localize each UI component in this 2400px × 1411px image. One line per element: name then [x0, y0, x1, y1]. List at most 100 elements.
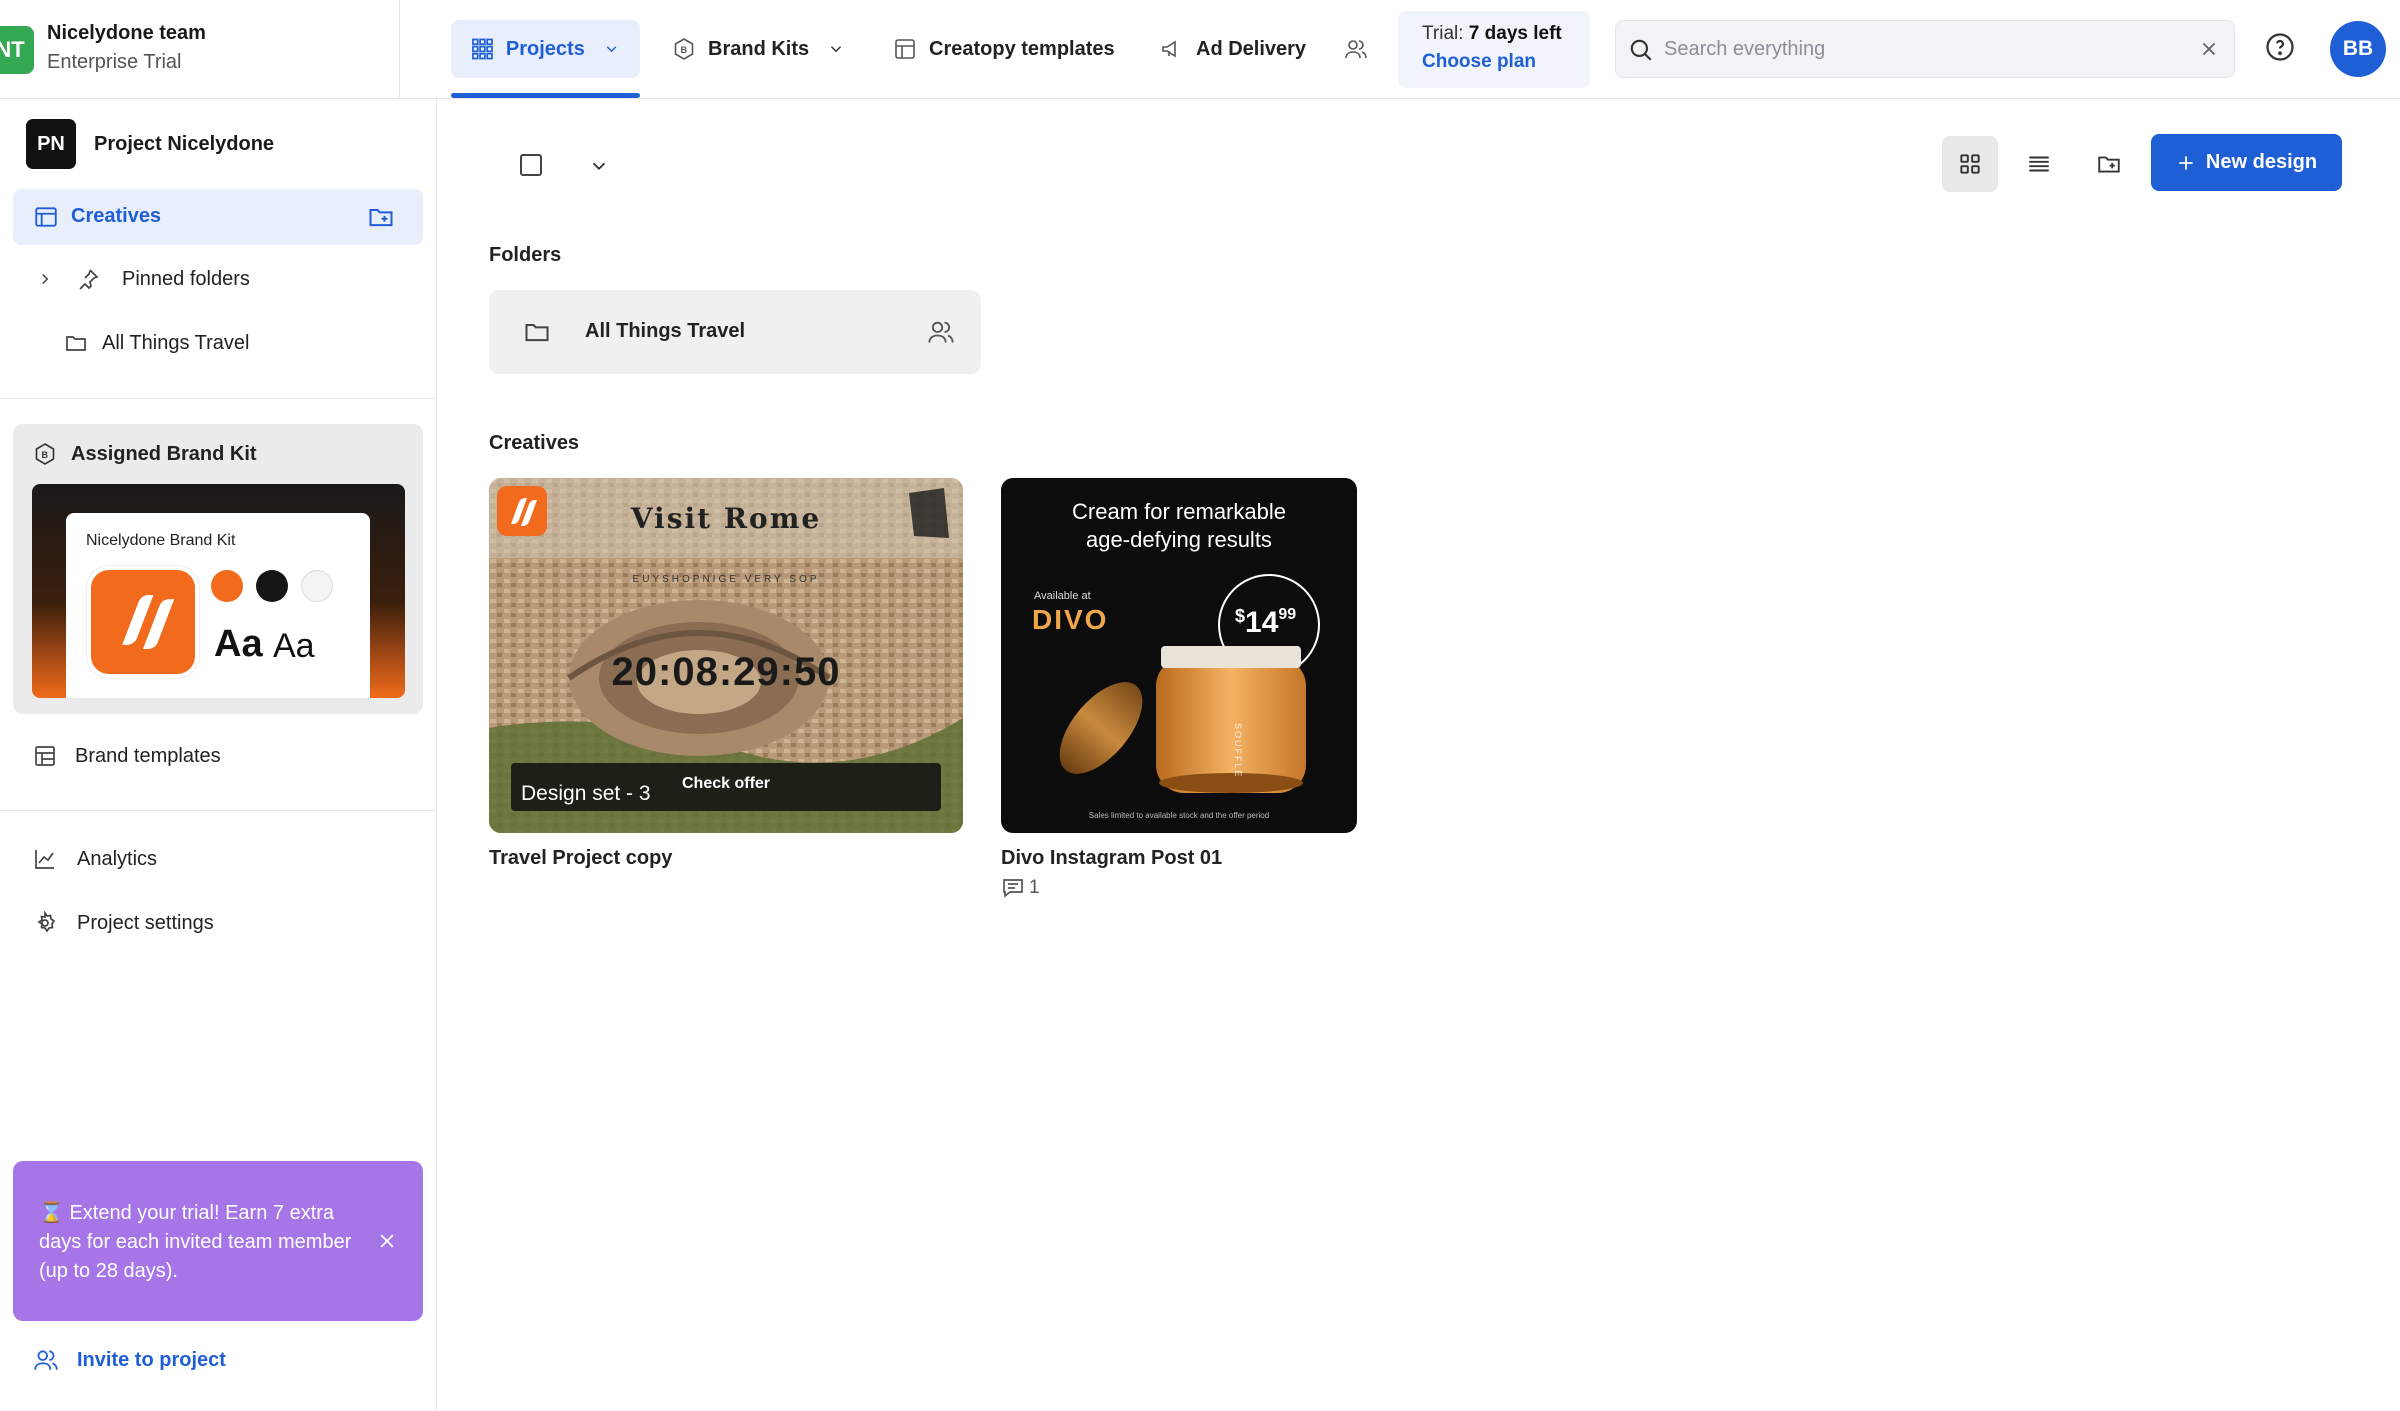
sidebar-item-label: Project settings	[77, 911, 214, 934]
nav-creatopy-templates[interactable]: Creatopy templates	[873, 20, 1135, 78]
project-name: Project Nicelydone	[94, 132, 275, 155]
invite-label: Invite to project	[77, 1348, 226, 1371]
nav-brand-kits[interactable]: B Brand Kits	[652, 20, 865, 78]
search-input[interactable]	[1664, 29, 2184, 69]
brand-logo-icon	[122, 594, 175, 650]
user-avatar[interactable]: BB	[2330, 21, 2386, 77]
gear-icon	[37, 911, 56, 933]
cream-jar-image	[1059, 574, 1320, 793]
templates-icon	[895, 39, 915, 59]
creative-thumbnail[interactable]: Visit Rome EUYSHOPNIGE VERY SOP 20:08:29…	[489, 478, 963, 833]
trial-box: Trial: 7 days left Choose plan	[1398, 11, 1590, 88]
creative-name[interactable]: Travel Project copy	[489, 847, 672, 870]
team-name: Nicelydone team	[47, 22, 206, 44]
thumb-footer: Sales limited to available stock and the…	[1088, 811, 1270, 820]
thumb-jar-text: SOUFFLE	[1233, 723, 1243, 779]
sidebar-item-label: Brand templates	[75, 744, 221, 767]
brand-kit-name: Nicelydone Brand Kit	[86, 532, 236, 549]
thumb-timer: 20:08:29:50	[611, 650, 841, 694]
users-icon	[34, 1350, 58, 1370]
svg-text:B: B	[42, 450, 49, 460]
sidebar-item-folder[interactable]: All Things Travel	[64, 331, 249, 355]
folder-card[interactable]: All Things Travel	[489, 290, 981, 374]
team-members-button[interactable]	[1334, 20, 1378, 78]
thumb-subtitle: EUYSHOPNIGE VERY SOP	[632, 574, 820, 585]
svg-text:B: B	[681, 45, 688, 55]
new-design-label: New design	[2205, 151, 2318, 173]
promo-text: ⌛ Extend your trial! Earn 7 extra days f…	[39, 1202, 352, 1282]
brand-logo	[87, 566, 199, 678]
sidebar-item-label: All Things Travel	[102, 331, 250, 354]
creative-thumbnail[interactable]: Cream for remarkable age-defying results…	[1001, 478, 1357, 833]
brand-kit-icon: B	[674, 38, 694, 60]
grid-view-button[interactable]	[1942, 136, 1998, 192]
sidebar: PN Project Nicelydone Creatives Pinned f…	[0, 99, 437, 1411]
choose-plan-link[interactable]: Choose plan	[1422, 51, 1590, 73]
sidebar-item-brand-templates[interactable]: Brand templates	[33, 744, 221, 768]
list-view-button[interactable]	[2011, 136, 2067, 192]
nav-projects[interactable]: Projects	[451, 20, 640, 78]
new-folder-button[interactable]	[2081, 136, 2137, 192]
templates-icon	[35, 746, 55, 766]
plus-icon	[2179, 155, 2193, 170]
folders-section-title: Folders	[489, 244, 562, 266]
folder-icon	[66, 336, 86, 351]
invite-to-project-button[interactable]: Invite to project	[33, 1347, 226, 1373]
sidebar-item-project-settings[interactable]: Project settings	[33, 911, 214, 935]
brand-kit-title: Assigned Brand Kit	[71, 442, 257, 465]
help-icon[interactable]	[2265, 32, 2295, 62]
sidebar-item-label: Analytics	[77, 847, 158, 870]
creatives-section-title: Creatives	[489, 432, 580, 454]
thumb-price: $1499	[1235, 606, 1297, 639]
trial-promo-banner: ⌛ Extend your trial! Earn 7 extra days f…	[13, 1161, 423, 1321]
nav-brand-kits-label: Brand Kits	[708, 37, 810, 60]
sidebar-item-creatives[interactable]: Creatives	[13, 189, 423, 245]
chart-line-icon	[35, 850, 54, 869]
users-icon	[1345, 40, 1367, 59]
comment-icon	[1003, 879, 1023, 898]
nav-templates-label: Creatopy templates	[929, 37, 1115, 60]
main-content: New design Folders All Things Travel Cre…	[438, 99, 2400, 1411]
search-box	[1615, 20, 2235, 78]
close-icon[interactable]	[377, 1231, 397, 1251]
search-icon	[1630, 39, 1652, 61]
folder-plus-icon[interactable]	[367, 203, 395, 231]
brand-font-regular: Aa	[273, 627, 315, 665]
team-switcher[interactable]: NT Nicelydone team Enterprise Trial	[0, 0, 400, 99]
nav-ad-delivery-label: Ad Delivery	[1196, 37, 1307, 60]
nav-projects-label: Projects	[505, 37, 585, 60]
creative-name[interactable]: Divo Instagram Post 01	[1001, 847, 1222, 870]
folder-icon	[525, 324, 549, 342]
sidebar-item-analytics[interactable]: Analytics	[33, 847, 157, 871]
sidebar-item-label: Creatives	[71, 205, 162, 227]
pin-icon	[79, 269, 99, 290]
sidebar-item-pinned-folders[interactable]: Pinned folders	[36, 267, 250, 291]
top-bar: NT Nicelydone team Enterprise Trial Proj…	[0, 0, 2400, 99]
folder-plus-icon	[2098, 156, 2120, 173]
thumb-title: Visit Rome	[630, 502, 822, 535]
project-avatar: PN	[26, 119, 76, 169]
brand-font-bold: Aa	[214, 623, 263, 665]
comment-count[interactable]: 1	[1001, 876, 1040, 900]
brand-kit-icon: B	[35, 443, 55, 465]
chevron-right-icon[interactable]	[36, 270, 54, 288]
shared-users-icon	[928, 321, 954, 343]
nav-active-indicator	[451, 93, 640, 98]
divider	[0, 810, 437, 811]
brand-color-swatch	[256, 570, 288, 602]
chevron-down-icon	[831, 46, 842, 53]
assigned-brand-kit[interactable]: B Assigned Brand Kit Nicelydone Brand Ki…	[13, 424, 423, 714]
nav-ad-delivery[interactable]: Ad Delivery	[1140, 20, 1326, 78]
project-header[interactable]: PN Project Nicelydone	[26, 119, 274, 169]
divider	[0, 398, 437, 399]
chevron-down-icon[interactable]	[588, 155, 610, 177]
new-design-button[interactable]: New design	[2151, 134, 2342, 191]
sidebar-item-label: Pinned folders	[122, 267, 250, 290]
select-all-checkbox[interactable]	[520, 154, 542, 176]
team-plan: Enterprise Trial	[47, 51, 182, 73]
close-icon[interactable]	[2198, 38, 2220, 60]
brand-kit-preview[interactable]: Nicelydone Brand Kit Aa Aa	[32, 484, 405, 698]
thumb-cta: Check offer	[682, 775, 771, 792]
brand-kit-header: B Assigned Brand Kit	[33, 442, 257, 466]
trial-status: Trial: 7 days left	[1422, 23, 1562, 44]
